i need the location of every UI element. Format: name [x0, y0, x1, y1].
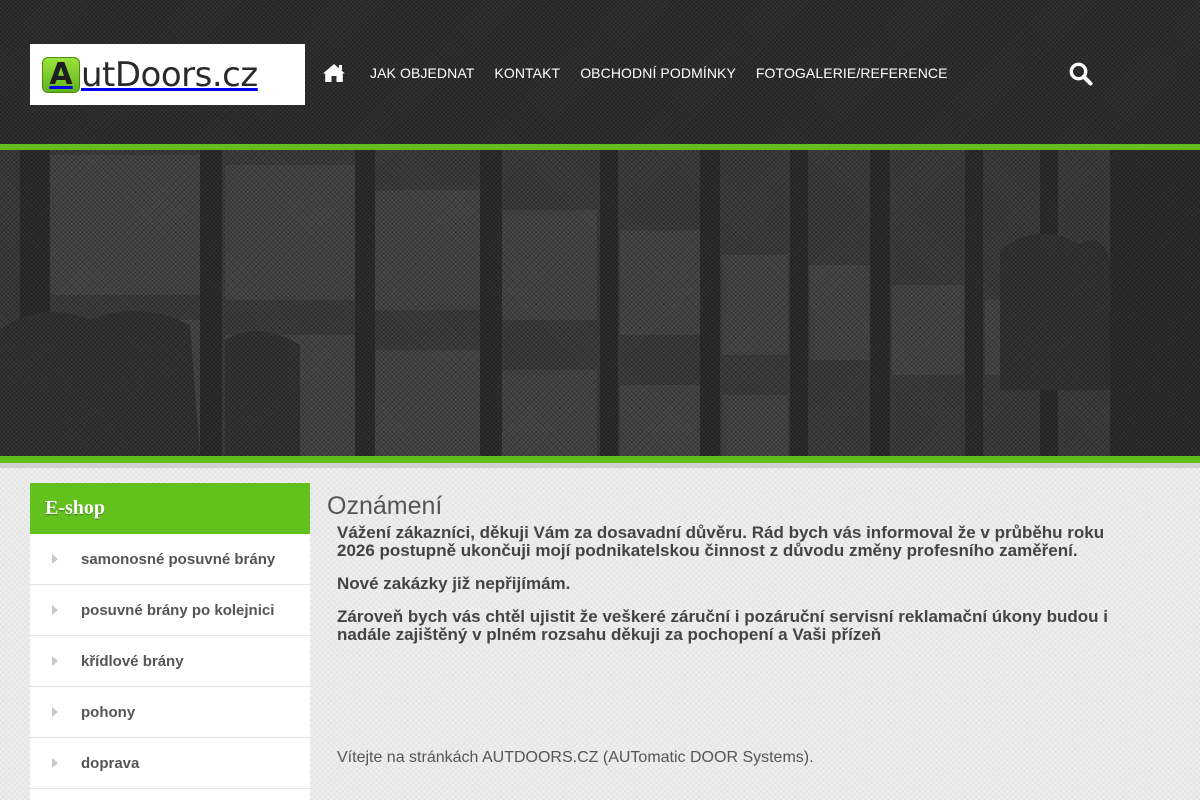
chevron-right-icon: [52, 656, 58, 666]
sidebar-item-posuvne-brany-po-kolejnici[interactable]: posuvné brány po kolejnici: [30, 585, 310, 636]
chevron-right-icon: [52, 758, 58, 768]
sidebar-item-label: doprava: [81, 754, 140, 772]
banner-divider: [0, 463, 1200, 468]
logo-mark: A: [42, 56, 80, 93]
logo-text: utDoors.cz: [81, 54, 258, 95]
site-logo[interactable]: A utDoors.cz: [30, 44, 305, 105]
chevron-right-icon: [52, 554, 58, 564]
home-link[interactable]: [322, 62, 346, 84]
sidebar-item-partial[interactable]: [30, 789, 310, 800]
nav-jak-objednat[interactable]: JAK OBJEDNAT: [370, 65, 474, 81]
main-nav: JAK OBJEDNAT KONTAKT OBCHODNÍ PODMÍNKY F…: [370, 65, 948, 81]
home-icon: [323, 64, 345, 82]
page-title: Oznámení: [327, 492, 443, 520]
sidebar-item-samonosne-posuvne-brany[interactable]: samonosné posuvné brány: [30, 534, 310, 585]
chevron-right-icon: [52, 707, 58, 717]
banner-accent-bar: [0, 456, 1200, 463]
sidebar-item-label: samonosné posuvné brány: [81, 550, 276, 568]
sidebar-item-label: křídlové brány: [81, 652, 184, 670]
main-content: Oznámení Vážení zákazníci, děkuji Vám za…: [327, 494, 1127, 659]
sidebar-item-pohony[interactable]: pohony: [30, 687, 310, 738]
announcement-paragraph: Vážení zákazníci, děkuji Vám za dosavadn…: [337, 523, 1105, 560]
banner-overlay: [0, 150, 1200, 456]
nav-kontakt[interactable]: KONTAKT: [494, 65, 560, 81]
hero-banner: [0, 150, 1200, 456]
site-header: A utDoors.cz JAK OBJEDNAT KONTAKT OBCHOD…: [0, 0, 1200, 144]
sidebar-item-kridlove-brany[interactable]: křídlové brány: [30, 636, 310, 687]
sidebar-item-label: pohony: [81, 703, 136, 721]
search-icon: [1069, 62, 1093, 86]
eshop-sidebar: E-shop samonosné posuvné brány posuvné b…: [30, 483, 310, 800]
search-button[interactable]: [1068, 61, 1094, 87]
announcement-paragraph: Nové zakázky již nepřijímám.: [337, 574, 571, 593]
announcement: Vážení zákazníci, děkuji Vám za dosavadn…: [337, 524, 1117, 644]
nav-fotogalerie[interactable]: FOTOGALERIE/REFERENCE: [756, 65, 948, 81]
nav-obchodni-podminky[interactable]: OBCHODNÍ PODMÍNKY: [580, 65, 736, 81]
eshop-title: E-shop: [30, 483, 310, 534]
announcement-paragraph: Zároveň bych vás chtěl ujistit že vešker…: [337, 607, 1108, 644]
sidebar-item-label: posuvné brány po kolejnici: [81, 601, 275, 619]
welcome-text: Vítejte na stránkách AUTDOORS.CZ (AUToma…: [337, 749, 814, 766]
sidebar-item-doprava[interactable]: doprava: [30, 738, 310, 789]
chevron-right-icon: [52, 605, 58, 615]
